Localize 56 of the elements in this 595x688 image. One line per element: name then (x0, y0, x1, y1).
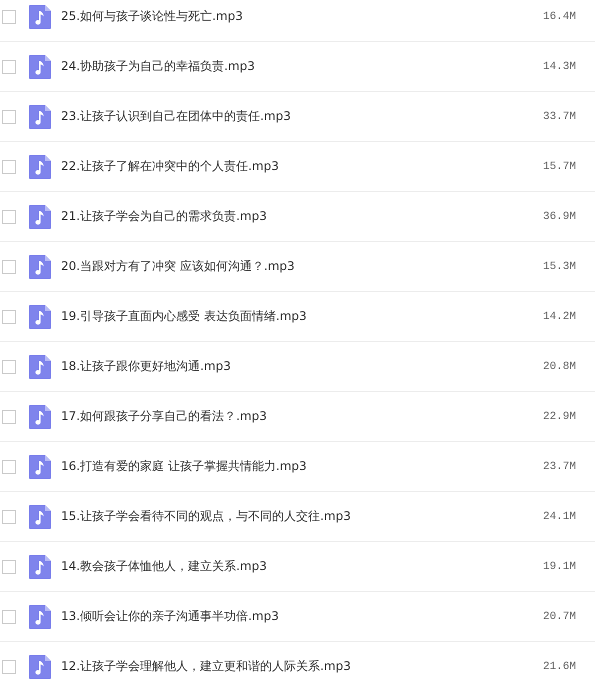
checkbox[interactable] (2, 60, 16, 74)
checkbox[interactable] (2, 10, 16, 24)
file-name[interactable]: 14.教会孩子体恤他人，建立关系.mp3 (61, 558, 543, 575)
file-name[interactable]: 13.倾听会让你的亲子沟通事半功倍.mp3 (61, 608, 543, 625)
file-name[interactable]: 17.如何跟孩子分享自己的看法？.mp3 (61, 408, 543, 425)
music-file-icon (29, 104, 51, 128)
file-name[interactable]: 12.让孩子学会理解他人，建立更和谐的人际关系.mp3 (61, 658, 543, 675)
checkbox[interactable] (2, 660, 16, 674)
file-size: 20.7M (542, 610, 576, 622)
music-file-icon (29, 654, 51, 678)
file-name[interactable]: 24.协助孩子为自己的幸福负责.mp3 (61, 58, 543, 75)
file-size: 36.9M (542, 210, 576, 222)
file-size: 33.7M (542, 110, 576, 122)
checkbox[interactable] (2, 360, 16, 374)
file-size: 23.7M (542, 460, 576, 472)
file-name[interactable]: 21.让孩子学会为自己的需求负责.mp3 (61, 208, 543, 225)
file-name[interactable]: 20.当跟对方有了冲突 应该如何沟通？.mp3 (61, 258, 543, 275)
checkbox[interactable] (2, 310, 16, 324)
checkbox[interactable] (2, 210, 16, 224)
music-file-icon (29, 54, 51, 78)
file-name[interactable]: 18.让孩子跟你更好地沟通.mp3 (61, 358, 543, 375)
file-name[interactable]: 19.引导孩子直面内心感受 表达负面情绪.mp3 (61, 308, 543, 325)
music-file-icon (29, 554, 51, 578)
checkbox[interactable] (2, 460, 16, 474)
file-name[interactable]: 22.让孩子了解在冲突中的个人责任.mp3 (61, 158, 543, 175)
music-file-icon (29, 454, 51, 478)
music-file-icon (29, 354, 51, 378)
music-file-icon (29, 404, 51, 428)
file-name[interactable]: 25.如何与孩子谈论性与死亡.mp3 (61, 8, 543, 25)
music-file-icon (29, 604, 51, 628)
music-file-icon (29, 154, 51, 178)
file-size: 16.4M (542, 10, 576, 22)
file-size: 15.3M (542, 260, 576, 272)
file-size: 21.6M (542, 660, 576, 672)
file-size: 19.1M (542, 560, 576, 572)
file-name[interactable]: 16.打造有爱的家庭 让孩子掌握共情能力.mp3 (61, 458, 543, 475)
file-size: 14.2M (542, 310, 576, 322)
checkbox[interactable] (2, 410, 16, 424)
music-file-icon (29, 504, 51, 528)
music-file-icon (29, 4, 51, 28)
file-size: 15.7M (542, 160, 576, 172)
checkbox[interactable] (2, 610, 16, 624)
file-size: 14.3M (542, 60, 576, 72)
music-file-icon (29, 304, 51, 328)
checkbox[interactable] (2, 160, 16, 174)
file-name[interactable]: 15.让孩子学会看待不同的观点，与不同的人交往.mp3 (61, 508, 543, 525)
music-file-icon (29, 204, 51, 228)
checkbox[interactable] (2, 260, 16, 274)
checkbox[interactable] (2, 110, 16, 124)
checkbox[interactable] (2, 510, 16, 524)
checkbox[interactable] (2, 560, 16, 574)
file-name[interactable]: 23.让孩子认识到自己在团体中的责任.mp3 (61, 108, 543, 125)
music-file-icon (29, 254, 51, 278)
file-size: 24.1M (542, 510, 576, 522)
file-size: 20.8M (542, 360, 576, 372)
file-size: 22.9M (542, 410, 576, 422)
